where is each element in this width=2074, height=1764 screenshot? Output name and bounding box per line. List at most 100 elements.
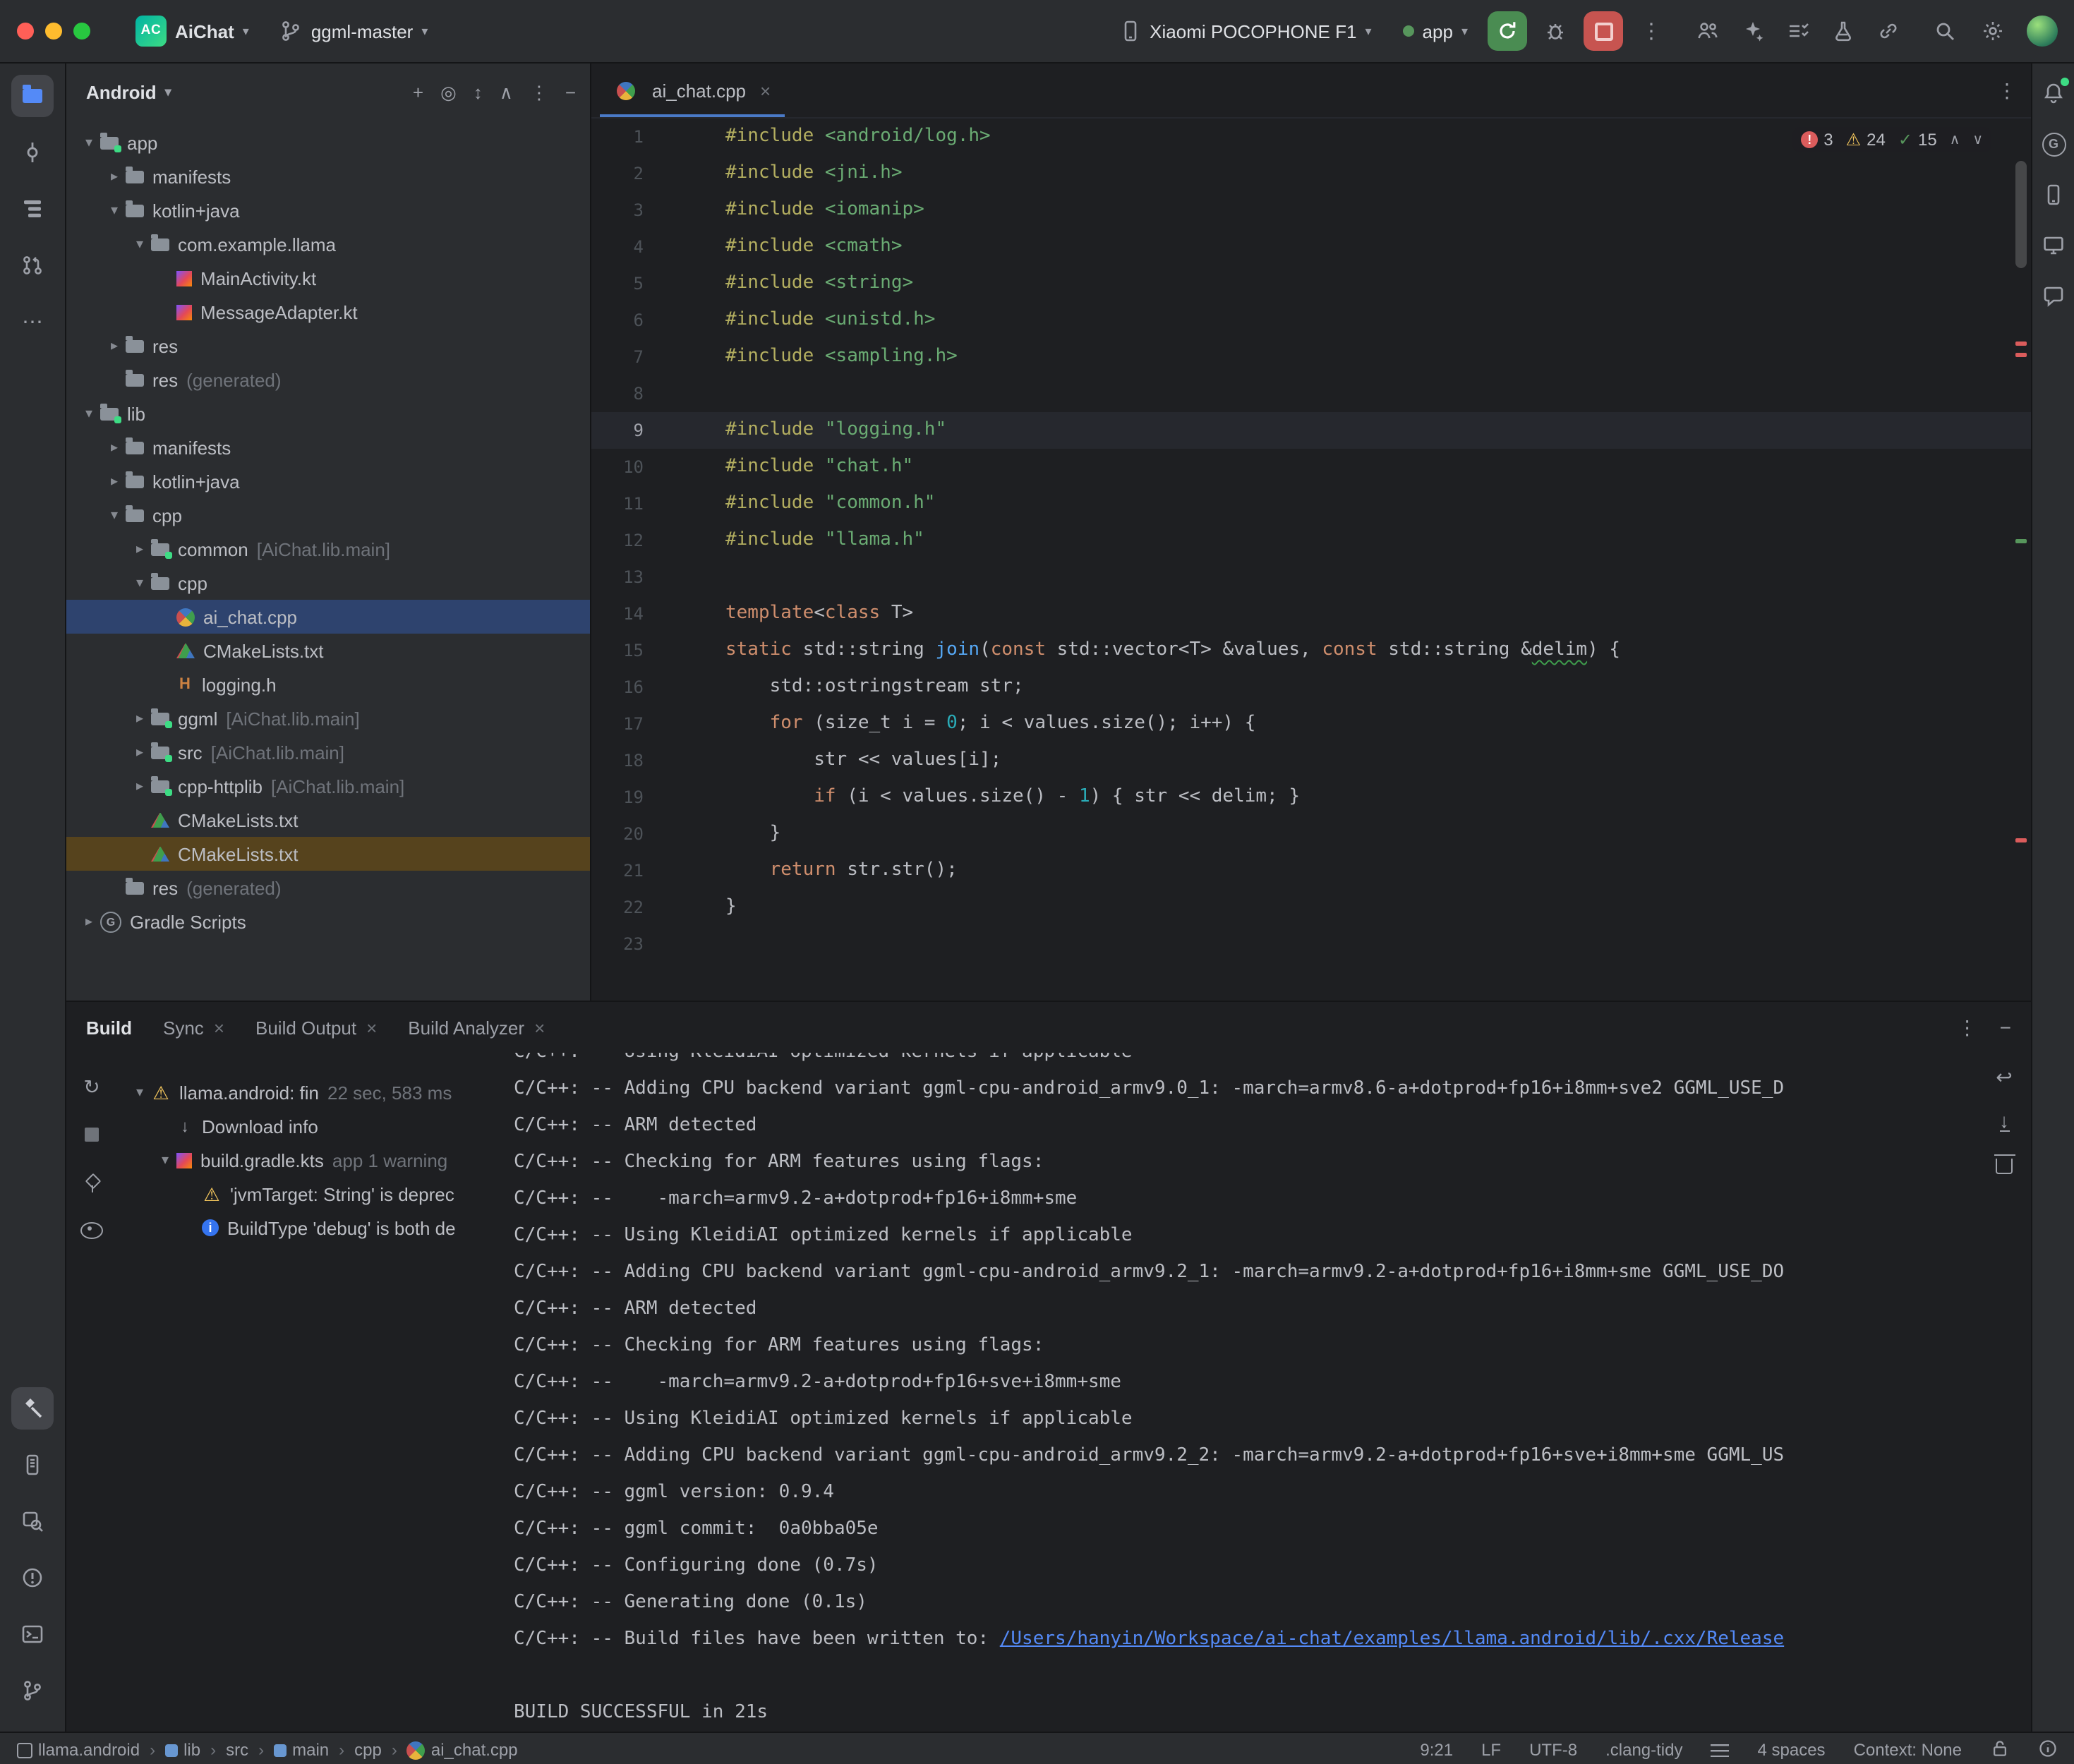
project-item-cpp[interactable]: ▾cpp	[66, 566, 590, 600]
locate-icon[interactable]: ◎	[440, 83, 457, 101]
project-item-gradle-scripts[interactable]: ▸GGradle Scripts	[66, 905, 590, 938]
close-tab-icon[interactable]: ×	[366, 1017, 377, 1038]
build-item-buildtype-debug-is-both-de[interactable]: iBuildType 'debug' is both de	[117, 1211, 508, 1245]
search-everywhere-icon[interactable]	[1925, 11, 1965, 51]
chevron-collapsed-icon[interactable]: ▸	[103, 440, 126, 455]
chevron-collapsed-icon[interactable]: ▸	[128, 541, 151, 557]
ai-assistant-tool-button[interactable]	[2035, 278, 2072, 315]
chevron-collapsed-icon[interactable]: ▸	[128, 744, 151, 760]
chevron-collapsed-icon[interactable]: ▸	[128, 711, 151, 726]
problems-tool-button[interactable]	[11, 1557, 54, 1599]
project-view-selector[interactable]: Android ▾	[86, 81, 171, 102]
expand-all-icon[interactable]: ↕	[474, 83, 483, 101]
terminal-tool-button[interactable]	[11, 1613, 54, 1655]
file-encoding[interactable]: UTF-8	[1529, 1740, 1577, 1760]
running-devices-tool-button[interactable]	[2035, 227, 2072, 264]
indent-setting[interactable]: 4 spaces	[1758, 1740, 1826, 1760]
project-item-cpp[interactable]: ▾cpp	[66, 498, 590, 532]
chevron-expanded-icon[interactable]: ▾	[154, 1152, 176, 1168]
breadcrumb-main[interactable]: main	[274, 1740, 329, 1760]
chevron-expanded-icon[interactable]: ▾	[128, 575, 151, 591]
line-number[interactable]: 18	[591, 742, 725, 779]
editor-pane[interactable]: 1#include <android/log.h>2#include <jni.…	[591, 119, 2031, 1001]
chevron-expanded-icon[interactable]: ▾	[103, 203, 126, 218]
close-tab-icon[interactable]: ×	[214, 1017, 224, 1038]
line-number[interactable]: 17	[591, 706, 725, 742]
more-tool-windows-icon[interactable]: ⋯	[11, 301, 54, 343]
task-list-icon[interactable]	[1778, 11, 1818, 51]
build-item-jvmtarget-string-is-deprec[interactable]: ⚠'jvmTarget: String' is deprec	[117, 1177, 508, 1211]
pin-icon[interactable]	[78, 1168, 106, 1197]
rerun-icon[interactable]: ↻	[78, 1073, 106, 1101]
project-item-common[interactable]: ▸common[AiChat.lib.main]	[66, 532, 590, 566]
breadcrumb-cpp[interactable]: cpp	[354, 1740, 382, 1760]
project-item-lib[interactable]: ▾lib	[66, 397, 590, 430]
project-item-res[interactable]: res(generated)	[66, 363, 590, 397]
chevron-expanded-icon[interactable]: ▾	[128, 1085, 151, 1100]
clear-icon[interactable]	[1991, 1152, 2017, 1177]
collapse-all-icon[interactable]: ∧	[500, 83, 513, 101]
project-item-cpp-httplib[interactable]: ▸cpp-httplib[AiChat.lib.main]	[66, 769, 590, 803]
run-button[interactable]	[1488, 11, 1527, 51]
build-tab-build-output[interactable]: Build Output×	[255, 1017, 377, 1038]
line-number[interactable]: 5	[591, 265, 725, 302]
code-with-me-icon[interactable]	[1688, 11, 1728, 51]
line-number[interactable]: 6	[591, 302, 725, 339]
line-number[interactable]: 12	[591, 522, 725, 559]
project-item-mainactivity-kt[interactable]: MainActivity.kt	[66, 261, 590, 295]
lock-icon[interactable]	[1990, 1738, 2010, 1762]
build-tab-sync[interactable]: Sync×	[163, 1017, 224, 1038]
chevron-collapsed-icon[interactable]: ▸	[103, 473, 126, 489]
chevron-collapsed-icon[interactable]: ▸	[103, 338, 126, 354]
editor-options-icon[interactable]: ⋮	[1997, 78, 2017, 102]
hide-icon[interactable]: −	[565, 83, 576, 101]
editor-tab-ai-chat-cpp[interactable]: ai_chat.cpp ×	[600, 64, 785, 117]
project-item-res[interactable]: res(generated)	[66, 871, 590, 905]
line-number[interactable]: 4	[591, 229, 725, 265]
project-item-messageadapter-kt[interactable]: MessageAdapter.kt	[66, 295, 590, 329]
code-style-config[interactable]: .clang-tidy	[1605, 1740, 1682, 1760]
error-stripe-mark[interactable]	[2015, 838, 2027, 842]
project-item-app[interactable]: ▾app	[66, 126, 590, 159]
more-vertical-icon[interactable]: ⋮	[530, 83, 548, 101]
breadcrumb-ai-chat-cpp[interactable]: ai_chat.cpp	[407, 1740, 518, 1760]
inspections-status-icon[interactable]	[2038, 1738, 2058, 1762]
line-number[interactable]: 7	[591, 339, 725, 375]
line-number[interactable]: 16	[591, 669, 725, 706]
project-item-src[interactable]: ▸src[AiChat.lib.main]	[66, 735, 590, 769]
context-widget[interactable]: Context: None	[1854, 1740, 1962, 1760]
editor-scrollbar[interactable]	[2015, 161, 2027, 268]
close-tab-icon[interactable]: ×	[534, 1017, 545, 1038]
logcat-tool-button[interactable]	[11, 1444, 54, 1486]
line-number[interactable]: 2	[591, 155, 725, 192]
settings-icon[interactable]	[1973, 11, 2013, 51]
project-selector[interactable]: AC AiChat ▾	[124, 10, 260, 52]
commit-tool-button[interactable]	[11, 131, 54, 174]
plus-icon[interactable]: +	[413, 83, 423, 101]
project-tool-button[interactable]	[11, 75, 54, 117]
chevron-expanded-icon[interactable]: ▾	[103, 507, 126, 523]
hide-build-panel-icon[interactable]: −	[2000, 1016, 2011, 1039]
window-close-button[interactable]	[17, 23, 34, 40]
line-number[interactable]: 23	[591, 926, 725, 962]
project-item-res[interactable]: ▸res	[66, 329, 590, 363]
chevron-expanded-icon[interactable]: ▾	[128, 236, 151, 252]
chevron-collapsed-icon[interactable]: ▸	[78, 914, 100, 929]
preview-icon[interactable]	[78, 1216, 106, 1245]
build-options-icon[interactable]: ⋮	[1958, 1015, 1977, 1039]
previous-problem-icon[interactable]: ∧	[1950, 132, 1960, 147]
chevron-expanded-icon[interactable]: ▾	[78, 406, 100, 421]
line-number[interactable]: 1	[591, 119, 725, 155]
build-output-path-link[interactable]: /Users/hanyin/Workspace/ai-chat/examples…	[1000, 1629, 1784, 1650]
build-tool-button[interactable]	[11, 1387, 54, 1430]
build-item-llama-android-fin[interactable]: ▾⚠llama.android: fin22 sec, 583 ms	[117, 1075, 508, 1109]
line-number[interactable]: 14	[591, 596, 725, 632]
soft-wrap-icon[interactable]: ↩	[1991, 1064, 2017, 1089]
notifications-tool-button[interactable]	[2035, 75, 2072, 111]
user-avatar[interactable]	[2027, 16, 2058, 47]
app-inspection-tool-button[interactable]	[11, 1500, 54, 1542]
breadcrumb-lib[interactable]: lib	[165, 1740, 200, 1760]
device-pairing-icon[interactable]	[1869, 11, 1908, 51]
next-problem-icon[interactable]: ∨	[1972, 132, 1983, 147]
line-number[interactable]: 19	[591, 779, 725, 816]
